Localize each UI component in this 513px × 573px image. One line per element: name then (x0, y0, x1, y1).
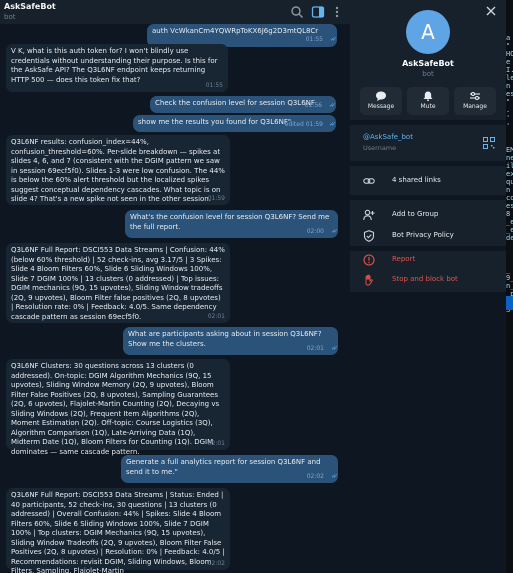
report-row[interactable]: Report (350, 250, 506, 270)
message-text: Q3L6NF Clusters: 30 questions across 13 … (11, 362, 220, 456)
bell-icon (423, 91, 433, 101)
message-time: 01:56 (304, 101, 322, 109)
shared-links-label: 4 shared links (392, 176, 441, 184)
profile-panel: A AskSafeBot bot Message Mute Manage @As… (350, 0, 506, 573)
message-text: What are participants asking about in se… (128, 330, 322, 348)
message-list[interactable]: auth VcWkanCm4YQWRpToKX6J6g2D3mtQL8Cr 01… (0, 24, 350, 573)
stop-block-row[interactable]: Stop and block bot (350, 270, 506, 290)
message-text: Check the confusion level for session Q3… (155, 99, 315, 107)
sliders-icon (470, 91, 480, 101)
message-time: 01:55 (205, 81, 223, 89)
username-value[interactable]: @AskSafe_bot (363, 133, 413, 141)
message-time: 01:59 (305, 120, 323, 128)
profile-subtitle: bot (422, 70, 434, 78)
more-vertical-icon[interactable] (330, 5, 344, 19)
double-check-icon: ✓✓ (329, 36, 337, 43)
mute-button-label: Mute (420, 103, 436, 110)
message-incoming[interactable]: V K, what is this auth token for? I won'… (6, 44, 228, 92)
chat-pane: AskSafeBot bot auth VcWkanCm4YQWRpToKX6J… (0, 0, 350, 573)
message-outgoing[interactable]: What's the confusion level for session Q… (125, 210, 338, 238)
message-time-block: edited 01:59 (285, 120, 323, 130)
link-icon (363, 178, 375, 184)
profile-empty-area (350, 292, 506, 573)
sidebar-toggle-icon[interactable] (311, 5, 325, 19)
message-outgoing[interactable]: Check the confusion level for session Q3… (150, 96, 336, 113)
message-text: What's the confusion level for session Q… (130, 213, 330, 231)
message-text: show me the results you found for Q3L6NF… (138, 118, 292, 126)
search-icon[interactable] (290, 5, 304, 19)
message-incoming[interactable]: Q3L6NF results: confusion_index=44%, con… (6, 135, 230, 205)
manage-button-label: Manage (463, 103, 487, 110)
message-text: Q3L6NF Full Report: DSCI553 Data Streams… (11, 246, 225, 321)
report-icon (363, 254, 375, 266)
message-icon (376, 91, 386, 101)
double-check-icon: ✓✓ (328, 101, 336, 109)
message-text: auth VcWkanCm4YQWRpToKX6J6g2D3mtQL8Cr (152, 27, 319, 35)
message-time: 02:01 (207, 439, 225, 447)
message-button[interactable]: Message (360, 87, 402, 115)
divider (350, 120, 506, 125)
privacy-policy-row[interactable]: Bot Privacy Policy (350, 226, 506, 246)
privacy-policy-label: Bot Privacy Policy (392, 231, 454, 239)
manage-button[interactable]: Manage (454, 87, 496, 115)
add-to-group-label: Add to Group (392, 210, 439, 218)
background-code-text: a " HO e I. le n es " . ' ' EM ne il ex … (506, 34, 513, 314)
shield-icon (363, 230, 375, 242)
double-check-icon: ✓✓ (330, 472, 338, 480)
message-outgoing[interactable]: What are participants asking about in se… (123, 327, 338, 355)
close-icon[interactable] (484, 4, 498, 18)
divider (350, 161, 506, 166)
divider (350, 195, 506, 200)
message-text: Q3L6NF results: confusion_index=44%, con… (11, 138, 225, 203)
message-outgoing[interactable]: Generate a full analytics report for ses… (121, 455, 338, 483)
chat-status: bot (4, 13, 16, 21)
message-time: 01:59 (207, 194, 225, 202)
message-incoming[interactable]: Q3L6NF Full Report: DSCI553 Data Streams… (6, 488, 230, 573)
message-button-label: Message (367, 103, 395, 110)
stop-block-label: Stop and block bot (392, 275, 458, 283)
double-check-icon: ✓✓ (330, 227, 338, 235)
chat-header[interactable]: AskSafeBot bot (0, 0, 350, 24)
add-to-group-row[interactable]: Add to Group (350, 205, 506, 225)
message-time: 02:01 (207, 312, 225, 320)
double-check-icon: ✓✓ (328, 120, 336, 128)
message-incoming[interactable]: Q3L6NF Clusters: 30 questions across 13 … (6, 359, 230, 456)
message-text: V K, what is this auth token for? I won'… (11, 47, 218, 84)
message-time: 01:55 (305, 36, 323, 43)
message-outgoing[interactable]: show me the results you found for Q3L6NF… (133, 115, 336, 132)
message-time: 02:01 (306, 344, 324, 352)
message-time: 02:02 (207, 559, 225, 567)
message-text: Q3L6NF Full Report: DSCI553 Data Streams… (11, 491, 225, 573)
profile-name: AskSafeBot (402, 59, 454, 68)
message-time: 02:00 (306, 227, 324, 235)
background-window-edge: a " HO e I. le n es " . ' ' EM ne il ex … (506, 0, 513, 573)
username-label: Username (363, 144, 397, 152)
mute-button[interactable]: Mute (407, 87, 449, 115)
background-selection-bar (506, 296, 513, 310)
qr-code-icon[interactable] (483, 137, 495, 149)
message-incoming[interactable]: Q3L6NF Full Report: DSCI553 Data Streams… (6, 243, 230, 323)
edited-label: edited (284, 120, 304, 128)
shared-links-row[interactable]: 4 shared links (350, 171, 506, 191)
hand-block-icon (365, 274, 373, 286)
report-label: Report (392, 255, 416, 263)
chat-title[interactable]: AskSafeBot (4, 2, 56, 11)
double-check-icon: ✓✓ (330, 344, 338, 352)
message-text: Generate a full analytics report for ses… (126, 458, 321, 476)
add-user-icon (363, 209, 375, 221)
message-time: 02:02 (306, 472, 324, 480)
avatar[interactable]: A (406, 10, 450, 54)
